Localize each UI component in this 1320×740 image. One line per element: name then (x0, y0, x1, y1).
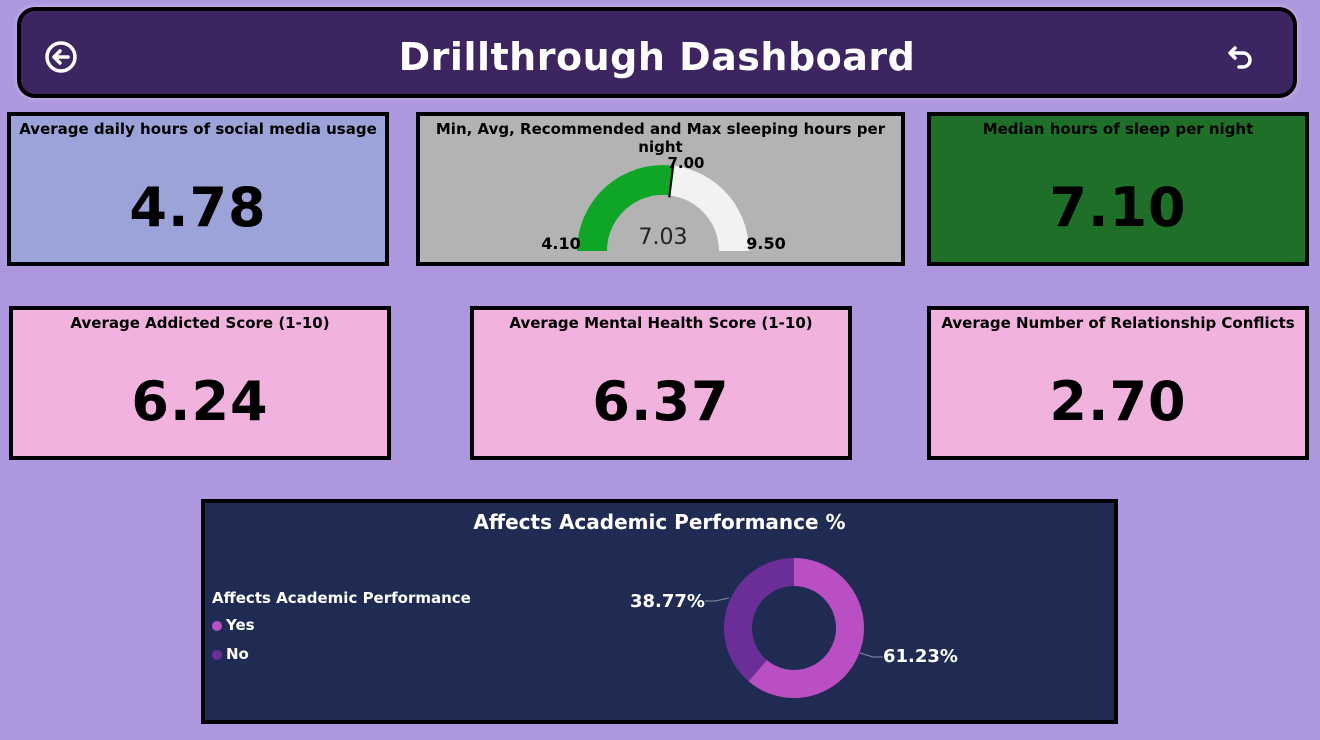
leader-line-yes (859, 652, 883, 658)
page-title: Drillthrough Dashboard (398, 35, 916, 79)
addicted-score-card: Average Addicted Score (1-10) 6.24 (9, 306, 391, 460)
gauge-target-label: 7.00 (667, 154, 704, 172)
donut-slice-no[interactable] (724, 558, 794, 682)
academic-performance-panel: Affects Academic Performance % Affects A… (201, 499, 1118, 724)
addicted-score-card-value: 6.24 (131, 370, 269, 433)
donut-label-yes: 61.23% (883, 646, 958, 667)
relationship-conflicts-card: Average Number of Relationship Conflicts… (927, 306, 1309, 460)
gauge-max-label: 9.50 (746, 234, 785, 253)
mental-health-card-value: 6.37 (592, 370, 730, 433)
undo-arrow-icon (1228, 46, 1252, 69)
addicted-score-card-title: Average Addicted Score (1-10) (70, 314, 330, 332)
social-media-card-value: 4.78 (129, 176, 267, 239)
median-sleep-card-value: 7.10 (1049, 176, 1187, 239)
donut-label-no: 38.77% (630, 591, 705, 612)
median-sleep-card: Median hours of sleep per night 7.10 (927, 112, 1309, 266)
mental-health-card-title: Average Mental Health Score (1-10) (509, 314, 813, 332)
sleep-gauge-card: Min, Avg, Recommended and Max sleeping h… (416, 112, 905, 266)
reset-button[interactable] (1223, 39, 1259, 75)
relationship-conflicts-card-value: 2.70 (1049, 370, 1187, 433)
relationship-conflicts-card-title: Average Number of Relationship Conflicts (941, 314, 1295, 332)
social-media-card-title: Average daily hours of social media usag… (19, 120, 377, 138)
mental-health-card: Average Mental Health Score (1-10) 6.37 (470, 306, 852, 460)
leader-line-no (705, 597, 730, 602)
sleep-gauge-chart: 4.10 9.50 7.00 7.03 (541, 154, 785, 253)
header-bar: Drillthrough Dashboard (17, 7, 1297, 98)
gauge-min-label: 4.10 (541, 234, 580, 253)
median-sleep-card-title: Median hours of sleep per night (982, 120, 1254, 138)
social-media-card: Average daily hours of social media usag… (7, 112, 389, 266)
gauge-value-label: 7.03 (639, 225, 688, 250)
